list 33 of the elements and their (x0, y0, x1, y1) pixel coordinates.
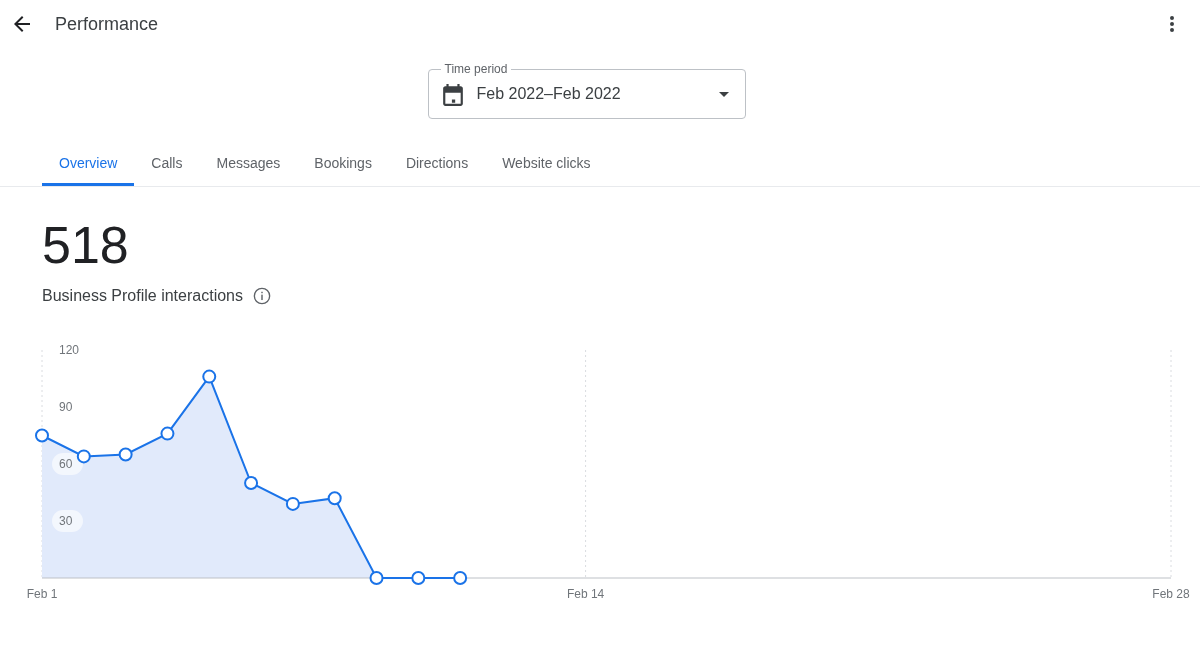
tab[interactable]: Messages (199, 139, 298, 186)
time-period-dropdown[interactable]: Time period Feb 2022–Feb 2022 (427, 62, 746, 119)
tab[interactable]: Directions (388, 139, 486, 186)
data-point[interactable] (118, 447, 133, 462)
tab[interactable]: Calls (134, 139, 200, 186)
x-tick-label: Feb 28 (1152, 587, 1190, 601)
caret-icon (718, 91, 729, 97)
info-icon[interactable] (253, 287, 271, 305)
y-tick-label: 120 (59, 343, 80, 357)
y-tick-label: 30 (59, 514, 73, 528)
tab[interactable]: Overview (42, 139, 135, 186)
y-tick-label: 90 (59, 400, 73, 414)
selected-value: Feb 2022–Feb 2022 (476, 85, 622, 103)
data-point[interactable] (76, 449, 91, 464)
data-point[interactable] (244, 476, 259, 490)
data-point[interactable] (160, 426, 175, 441)
data-point[interactable] (202, 369, 217, 384)
y-tick-label: 60 (59, 457, 73, 471)
data-point[interactable] (285, 496, 300, 511)
tab[interactable]: Website clicks (485, 139, 608, 186)
metric-label: Business Profile interactions (42, 287, 243, 305)
data-point[interactable] (369, 571, 384, 585)
x-tick-label: Feb 1 (26, 587, 58, 601)
data-point[interactable] (327, 491, 342, 506)
x-tick-label: Feb 14 (566, 587, 605, 601)
metric-value: 518 (42, 215, 130, 275)
tab[interactable]: Bookings (297, 139, 389, 186)
calendar-icon (442, 82, 463, 106)
page-title: Performance (55, 13, 160, 35)
data-point[interactable] (35, 428, 49, 443)
field-label: Time period (443, 62, 509, 76)
data-point[interactable] (453, 571, 468, 585)
data-point[interactable] (411, 571, 426, 585)
